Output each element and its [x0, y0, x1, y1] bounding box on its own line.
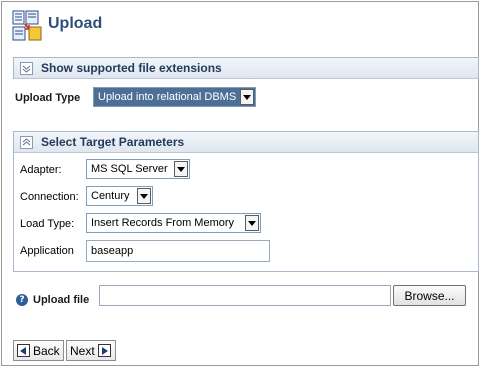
chevron-up-icon[interactable] — [20, 135, 33, 149]
connection-label: Connection: — [20, 191, 79, 203]
extensions-section: Show supported file extensions — [13, 57, 479, 79]
load-type-label: Load Type: — [20, 218, 75, 230]
arrow-left-icon — [17, 344, 30, 357]
chevron-down-icon[interactable] — [20, 61, 33, 75]
target-parameters-header[interactable]: Select Target Parameters — [14, 132, 478, 153]
adapter-value: MS SQL Server — [91, 163, 168, 175]
help-icon[interactable]: ? — [16, 294, 28, 306]
back-button[interactable]: Back — [13, 340, 64, 361]
chevron-down-icon[interactable] — [240, 89, 254, 105]
chevron-down-icon[interactable] — [137, 188, 151, 204]
upload-type-label: Upload Type — [15, 92, 81, 104]
chevron-down-icon[interactable] — [245, 215, 259, 231]
upload-file-label: Upload file — [33, 294, 90, 306]
extensions-section-title: Show supported file extensions — [41, 61, 222, 75]
load-type-value: Insert Records From Memory — [91, 217, 235, 229]
chevron-down-icon[interactable] — [174, 161, 188, 177]
adapter-select[interactable]: MS SQL Server — [86, 159, 190, 179]
connection-value: Century — [91, 190, 130, 202]
upload-file-input[interactable] — [99, 285, 391, 306]
target-parameters-title: Select Target Parameters — [41, 135, 185, 149]
upload-icon — [12, 10, 44, 42]
upload-type-value: Upload into relational DBMS — [98, 91, 237, 103]
extensions-section-header[interactable]: Show supported file extensions — [14, 58, 478, 79]
load-type-select[interactable]: Insert Records From Memory — [86, 213, 261, 233]
page-title: Upload — [48, 15, 103, 32]
upload-type-select[interactable]: Upload into relational DBMS — [93, 87, 256, 107]
arrow-right-icon — [97, 344, 111, 357]
connection-select[interactable]: Century — [86, 186, 153, 206]
browse-button[interactable]: Browse... — [393, 285, 466, 306]
application-label: Application — [20, 245, 74, 257]
application-input[interactable]: baseapp — [86, 240, 270, 262]
next-label: Next — [70, 343, 95, 358]
next-button[interactable]: Next — [66, 340, 116, 361]
back-label: Back — [33, 343, 60, 358]
adapter-label: Adapter: — [20, 164, 62, 176]
